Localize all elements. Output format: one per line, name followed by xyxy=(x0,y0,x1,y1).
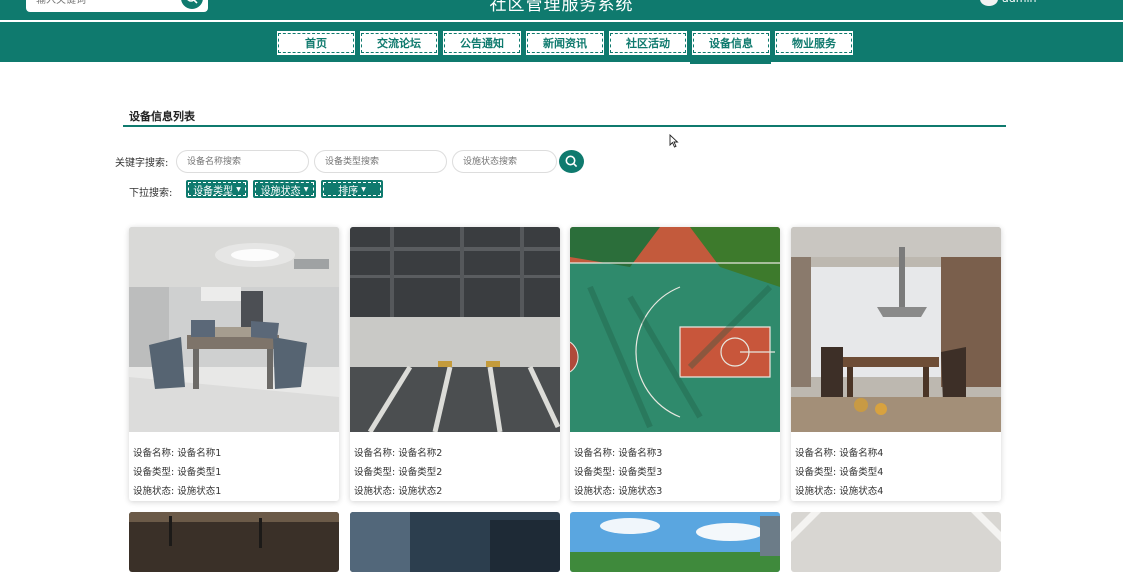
field-label: 设施状态: xyxy=(795,486,837,497)
site-title: 社区管理服务系统 xyxy=(489,0,634,15)
facility-status-dropdown[interactable]: 设施状态 ▼ xyxy=(253,180,316,198)
equipment-photo xyxy=(129,512,339,572)
facility-status-search-input[interactable] xyxy=(452,150,557,173)
facility-status: 设施状态4 xyxy=(839,486,884,497)
search-icon xyxy=(565,155,578,168)
equipment-photo xyxy=(791,512,1001,572)
dropdown-search-label: 下拉搜索: xyxy=(129,188,173,199)
equipment-card-info: 设备名称: 设备名称1 设备类型: 设备类型1 设施状态: 设施状态1 xyxy=(133,444,221,501)
dropdown-label: 设备类型 xyxy=(193,185,234,197)
equipment-photo xyxy=(791,227,1001,432)
nav-item-label: 新闻资讯 xyxy=(527,33,603,53)
field-label: 设备名称: xyxy=(133,448,175,459)
field-label: 设施状态: xyxy=(574,486,616,497)
equipment-card[interactable] xyxy=(570,512,780,572)
caret-down-icon: ▼ xyxy=(236,185,241,193)
field-label: 设施状态: xyxy=(354,486,396,497)
facility-status: 设施状态1 xyxy=(177,486,222,497)
equipment-card-info: 设备名称: 设备名称3 设备类型: 设备类型3 设施状态: 设施状态3 xyxy=(574,444,662,501)
field-label: 设备类型: xyxy=(574,467,616,478)
nav-item-label: 物业服务 xyxy=(776,33,852,53)
nav-item-forum[interactable]: 交流论坛 xyxy=(359,30,439,56)
equipment-card[interactable]: 设备名称: 设备名称1 设备类型: 设备类型1 设施状态: 设施状态1 xyxy=(129,227,339,501)
equipment-photo xyxy=(350,512,560,572)
field-label: 设备名称: xyxy=(354,448,396,459)
nav-item-label: 公告通知 xyxy=(444,33,520,53)
equipment-type-dropdown[interactable]: 设备类型 ▼ xyxy=(186,180,248,198)
nav-active-indicator xyxy=(690,62,771,64)
equipment-type: 设备类型2 xyxy=(398,467,443,478)
facility-status: 设施状态3 xyxy=(618,486,663,497)
top-header: 社区管理服务系统 admin xyxy=(0,0,1123,20)
facility-status: 设施状态2 xyxy=(398,486,443,497)
section-title: 设备信息列表 xyxy=(129,110,195,123)
nav-item-label: 交流论坛 xyxy=(361,33,437,53)
equipment-photo xyxy=(129,227,339,432)
equipment-photo xyxy=(350,227,560,432)
equipment-card-info: 设备名称: 设备名称4 设备类型: 设备类型4 设施状态: 设施状态4 xyxy=(795,444,883,501)
mouse-cursor-icon xyxy=(669,134,679,148)
equipment-name: 设备名称1 xyxy=(177,448,222,459)
nav-item-equipment[interactable]: 设备信息 xyxy=(691,30,771,56)
equipment-card[interactable]: 设备名称: 设备名称3 设备类型: 设备类型3 设施状态: 设施状态3 xyxy=(570,227,780,501)
equipment-card[interactable] xyxy=(129,512,339,572)
equipment-card[interactable]: 设备名称: 设备名称2 设备类型: 设备类型2 设施状态: 设施状态2 xyxy=(350,227,560,501)
nav-item-property[interactable]: 物业服务 xyxy=(774,30,854,56)
equipment-photo xyxy=(570,227,780,432)
nav-item-home[interactable]: 首页 xyxy=(276,30,356,56)
nav-item-news[interactable]: 新闻资讯 xyxy=(525,30,605,56)
equipment-type: 设备类型3 xyxy=(618,467,663,478)
nav-item-label: 首页 xyxy=(278,33,354,53)
field-label: 设施状态: xyxy=(133,486,175,497)
nav-item-notice[interactable]: 公告通知 xyxy=(442,30,522,56)
equipment-name: 设备名称4 xyxy=(839,448,884,459)
equipment-type-search-input[interactable] xyxy=(314,150,447,173)
dropdown-label: 设施状态 xyxy=(260,185,301,197)
field-label: 设备名称: xyxy=(795,448,837,459)
equipment-type: 设备类型1 xyxy=(177,467,222,478)
field-label: 设备类型: xyxy=(354,467,396,478)
sort-dropdown[interactable]: 排序 ▼ xyxy=(321,180,383,198)
field-label: 设备类型: xyxy=(795,467,837,478)
equipment-name: 设备名称3 xyxy=(618,448,663,459)
equipment-name-search-input[interactable] xyxy=(176,150,309,173)
equipment-name: 设备名称2 xyxy=(398,448,443,459)
main-nav: 首页 交流论坛 公告通知 新闻资讯 社区活动 设备信息 物业服务 xyxy=(0,20,1123,62)
equipment-card[interactable]: 设备名称: 设备名称4 设备类型: 设备类型4 设施状态: 设施状态4 xyxy=(791,227,1001,501)
equipment-photo xyxy=(570,512,780,572)
section-divider xyxy=(123,125,1006,127)
caret-down-icon: ▼ xyxy=(303,185,309,193)
equipment-type: 设备类型4 xyxy=(839,467,884,478)
caret-down-icon: ▼ xyxy=(361,185,366,193)
equipment-card-info: 设备名称: 设备名称2 设备类型: 设备类型2 设施状态: 设施状态2 xyxy=(354,444,442,501)
nav-item-activity[interactable]: 社区活动 xyxy=(608,30,688,56)
dropdown-label: 排序 xyxy=(338,185,359,197)
field-label: 设备名称: xyxy=(574,448,616,459)
keyword-search-label: 关键字搜索: xyxy=(115,158,169,169)
nav-item-label: 设备信息 xyxy=(693,33,769,53)
equipment-card[interactable] xyxy=(791,512,1001,572)
user-name[interactable]: admin xyxy=(1002,0,1036,5)
nav-item-label: 社区活动 xyxy=(610,33,686,53)
keyword-search-button[interactable] xyxy=(559,150,584,173)
equipment-card[interactable] xyxy=(350,512,560,572)
field-label: 设备类型: xyxy=(133,467,175,478)
